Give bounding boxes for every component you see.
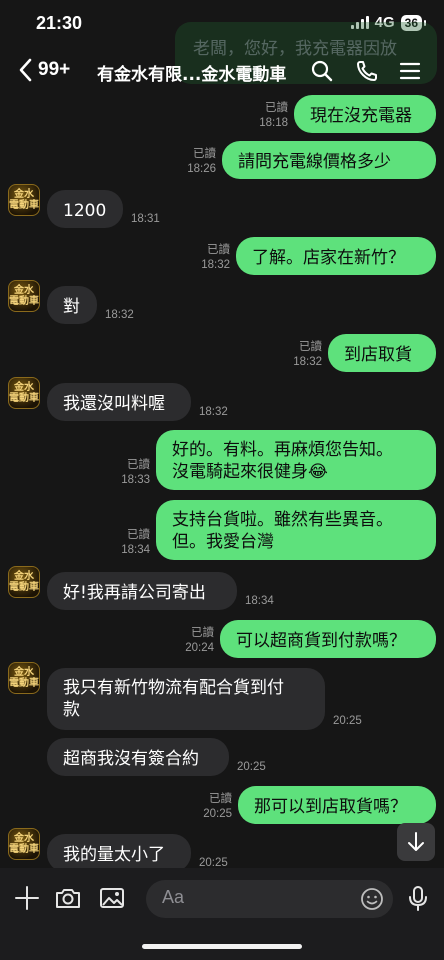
unread-count: 99+ xyxy=(38,59,71,80)
read-receipt: 已讀 xyxy=(265,102,288,114)
sender-avatar[interactable]: 金水 電動車 xyxy=(8,566,40,598)
outgoing-message-bubble[interactable]: 到店取貨 xyxy=(328,334,436,372)
message-time: 20:25 xyxy=(203,808,232,820)
message-meta: 已讀 20:25 xyxy=(203,792,232,822)
incoming-message-bubble[interactable]: 超商我沒有簽合約 xyxy=(47,738,229,776)
read-receipt: 已讀 xyxy=(193,148,216,160)
read-receipt: 已讀 xyxy=(127,529,150,541)
incoming-message-bubble[interactable]: 1200 xyxy=(47,190,123,228)
message-time: 20:25 xyxy=(333,715,362,727)
scroll-down-button[interactable] xyxy=(397,823,435,861)
microphone-icon[interactable] xyxy=(404,884,432,912)
incoming-message-bubble[interactable]: 我還沒叫料喔 xyxy=(47,383,191,421)
incoming-message-bubble[interactable]: 我只有新竹物流有配合貨到付 款 xyxy=(47,668,325,730)
message-time: 18:34 xyxy=(245,595,274,607)
outgoing-message-bubble[interactable]: 可以超商貨到付款嗎？ xyxy=(220,620,436,658)
message-time: 18:31 xyxy=(131,213,160,225)
message-time: 18:33 xyxy=(121,474,150,486)
read-receipt: 已讀 xyxy=(191,627,214,639)
message-meta: 已讀 18:32 xyxy=(201,243,230,273)
camera-icon[interactable] xyxy=(54,884,82,912)
chat-header: 99+ 有金水有限...金水電動車 xyxy=(0,48,444,94)
message-time: 18:32 xyxy=(293,356,322,368)
phone-icon[interactable] xyxy=(355,59,379,83)
outgoing-message-bubble[interactable]: 好的。有料。再麻煩您告知。 沒電騎起來很健身😂 xyxy=(156,430,436,490)
message-time: 18:32 xyxy=(199,406,228,418)
plus-icon[interactable] xyxy=(13,884,41,912)
message-input-box[interactable] xyxy=(146,880,393,918)
message-time: 18:32 xyxy=(105,309,134,321)
status-time: 21:30 xyxy=(36,13,83,33)
back-button[interactable]: 99+ xyxy=(18,58,70,82)
message-meta: 18:34 xyxy=(245,594,274,609)
chat-title[interactable]: 有金水有限...金水電動車 xyxy=(97,60,297,85)
incoming-message-bubble[interactable]: 好!我再請公司寄出 xyxy=(47,572,237,610)
incoming-message-bubble[interactable]: 對 xyxy=(47,286,97,324)
message-meta: 已讀 18:32 xyxy=(293,340,322,370)
message-meta: 18:31 xyxy=(131,212,160,227)
message-meta: 已讀 18:34 xyxy=(121,528,150,558)
read-receipt: 已讀 xyxy=(209,793,232,805)
read-receipt: 已讀 xyxy=(207,244,230,256)
message-time: 18:34 xyxy=(121,544,150,556)
outgoing-message-bubble[interactable]: 現在沒充電器 xyxy=(294,95,436,133)
sender-avatar[interactable]: 金水 電動車 xyxy=(8,662,40,694)
image-icon[interactable] xyxy=(98,884,126,912)
message-meta: 已讀 18:33 xyxy=(121,458,150,488)
arrow-down-icon xyxy=(408,832,424,851)
sender-avatar[interactable]: 金水 電動車 xyxy=(8,828,40,860)
message-meta: 已讀 18:26 xyxy=(187,147,216,177)
outgoing-message-bubble[interactable]: 支持台貨啦。雖然有些異音。 但。我愛台灣 xyxy=(156,500,436,560)
home-indicator xyxy=(142,944,302,949)
message-meta: 20:25 xyxy=(333,714,362,729)
message-time: 18:32 xyxy=(201,259,230,271)
incoming-message-bubble[interactable]: 我的量太小了 xyxy=(47,834,191,872)
message-time: 20:25 xyxy=(237,761,266,773)
outgoing-message-bubble[interactable]: 請問充電線價格多少 xyxy=(222,141,436,179)
read-receipt: 已讀 xyxy=(127,459,150,471)
message-time: 18:26 xyxy=(187,163,216,175)
message-time: 20:24 xyxy=(185,642,214,654)
read-receipt: 已讀 xyxy=(299,341,322,353)
search-icon[interactable] xyxy=(310,59,334,83)
sender-avatar[interactable]: 金水 電動車 xyxy=(8,184,40,216)
message-input[interactable] xyxy=(162,887,342,908)
sender-avatar[interactable]: 金水 電動車 xyxy=(8,280,40,312)
message-time: 18:18 xyxy=(259,117,288,129)
emoji-icon[interactable] xyxy=(359,886,385,912)
sender-avatar[interactable]: 金水 電動車 xyxy=(8,377,40,409)
outgoing-message-bubble[interactable]: 了解。店家在新竹？ xyxy=(236,237,436,275)
message-meta: 18:32 xyxy=(105,308,134,323)
message-meta: 20:25 xyxy=(237,760,266,775)
message-meta: 已讀 18:18 xyxy=(259,101,288,131)
menu-icon[interactable] xyxy=(398,59,422,83)
message-meta: 18:32 xyxy=(199,405,228,420)
message-meta: 已讀 20:24 xyxy=(185,626,214,656)
outgoing-message-bubble[interactable]: 那可以到店取貨嗎？ xyxy=(238,786,436,824)
chevron-left-icon xyxy=(19,58,32,82)
